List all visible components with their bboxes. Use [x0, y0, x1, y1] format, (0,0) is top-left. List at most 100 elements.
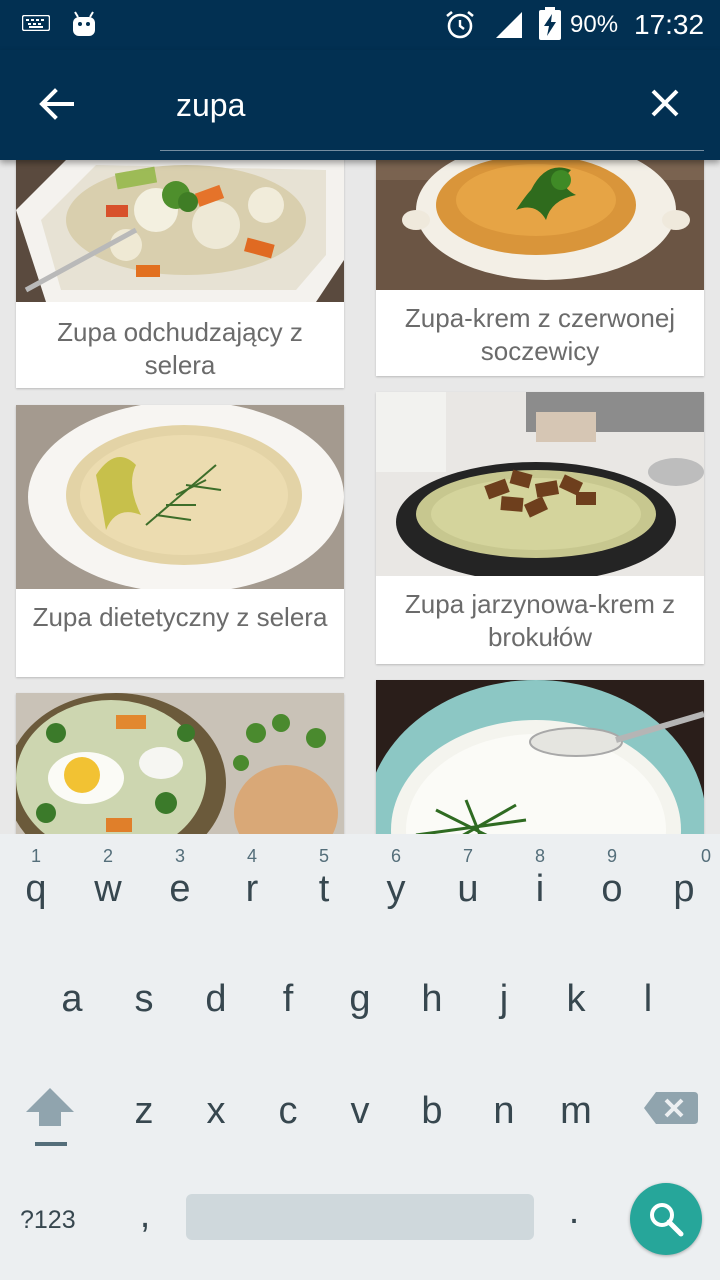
key-label: r: [245, 868, 259, 910]
recipe-title: Zupa dietetyczny z selera: [32, 602, 328, 632]
key-label: g: [349, 978, 371, 1020]
key-o[interactable]: 9 o: [576, 834, 648, 938]
recipe-card[interactable]: [376, 680, 704, 834]
key-label: l: [643, 978, 653, 1020]
arrow-back-icon: [39, 88, 74, 120]
key-hint: 8: [534, 846, 545, 866]
key-a[interactable]: a: [36, 944, 108, 1048]
delete-key[interactable]: [640, 1088, 700, 1128]
shift-key[interactable]: [14, 1080, 86, 1160]
recipe-photo: [376, 392, 704, 576]
key-label: d: [205, 978, 227, 1020]
key-d[interactable]: d: [180, 944, 252, 1048]
key-s[interactable]: s: [108, 944, 180, 1048]
recipe-title: Zupa odchudzający z selera: [57, 317, 303, 380]
key-label: f: [282, 978, 294, 1020]
key-label: w: [94, 868, 122, 910]
recipe-title: Zupa jarzynowa-krem z brokułów: [404, 589, 676, 652]
recipe-card[interactable]: Zupa odchudzający z selera: [16, 160, 344, 388]
key-label: y: [386, 868, 406, 910]
key-y[interactable]: 6 y: [360, 834, 432, 938]
search-icon: [650, 1203, 684, 1237]
key-g[interactable]: g: [324, 944, 396, 1048]
recipe-card[interactable]: Zupa dietetyczny z selera: [16, 405, 344, 677]
key-label: m: [560, 1090, 592, 1132]
key-label: t: [318, 868, 330, 910]
key-label: p: [673, 868, 695, 910]
key-hint: 1: [30, 846, 41, 866]
search-underline: [160, 150, 704, 151]
key-l[interactable]: l: [612, 944, 684, 1048]
key-label: n: [493, 1090, 515, 1132]
key-t[interactable]: 5 t: [288, 834, 360, 938]
key-label: x: [206, 1090, 226, 1132]
key-label: v: [350, 1090, 370, 1132]
key-hint: 4: [246, 846, 257, 866]
key-label: e: [169, 868, 191, 910]
recipe-photo: [16, 160, 344, 302]
search-action-key[interactable]: [630, 1183, 702, 1255]
key-r[interactable]: 4 r: [216, 834, 288, 938]
search-input[interactable]: [160, 72, 620, 138]
key-label: u: [457, 868, 479, 910]
key-hint: 0: [700, 846, 711, 866]
key-h[interactable]: h: [396, 944, 468, 1048]
signal-icon: [496, 12, 522, 38]
recipe-title: Zupa-krem z czerwonej soczewicy: [404, 303, 676, 366]
key-hint: 2: [102, 846, 113, 866]
key-m[interactable]: m: [540, 1056, 612, 1160]
period-key[interactable]: .: [556, 1190, 592, 1240]
key-n[interactable]: n: [468, 1056, 540, 1160]
key-label: k: [566, 978, 586, 1020]
key-label: c: [278, 1090, 298, 1132]
key-z[interactable]: z: [108, 1056, 180, 1160]
comma-key[interactable]: ,: [128, 1194, 162, 1244]
key-label: h: [421, 978, 443, 1020]
space-key[interactable]: [186, 1194, 534, 1240]
key-f[interactable]: f: [252, 944, 324, 1048]
key-label: q: [25, 868, 47, 910]
key-label: b: [421, 1090, 443, 1132]
back-button[interactable]: [30, 80, 82, 128]
key-hint: 5: [318, 846, 329, 866]
battery-percent: 90%: [570, 11, 619, 38]
recipe-photo: [16, 693, 344, 834]
key-u[interactable]: 7 u: [432, 834, 504, 938]
status-bar: 90% 17:32: [0, 0, 720, 50]
key-b[interactable]: b: [396, 1056, 468, 1160]
key-c[interactable]: c: [252, 1056, 324, 1160]
key-hint: 6: [390, 846, 401, 866]
recipe-card[interactable]: [16, 693, 344, 834]
keyboard-icon: [22, 15, 50, 31]
key-e[interactable]: 3 e: [144, 834, 216, 938]
android-icon: [73, 11, 95, 36]
key-label: s: [134, 978, 154, 1020]
backspace-icon: [644, 1092, 698, 1124]
key-label: a: [61, 978, 83, 1020]
key-v[interactable]: v: [324, 1056, 396, 1160]
close-icon: [651, 89, 679, 117]
key-w[interactable]: 2 w: [72, 834, 144, 938]
key-hint: 9: [606, 846, 617, 866]
recipe-photo: [376, 680, 704, 834]
search-toolbar: [0, 50, 720, 160]
key-q[interactable]: 1 q: [0, 834, 72, 938]
key-label: j: [499, 978, 509, 1020]
key-p[interactable]: 0 p: [648, 834, 720, 938]
key-x[interactable]: x: [180, 1056, 252, 1160]
key-i[interactable]: 8 i: [504, 834, 576, 938]
symbols-key[interactable]: ?123: [20, 1200, 92, 1240]
recipe-photo: [16, 405, 344, 589]
key-k[interactable]: k: [540, 944, 612, 1048]
clock: 17:32: [634, 9, 705, 40]
recipe-card[interactable]: Zupa-krem z czerwonej soczewicy: [376, 160, 704, 376]
key-label: o: [601, 868, 623, 910]
key-j[interactable]: j: [468, 944, 540, 1048]
alarm-icon: [446, 10, 474, 39]
shift-icon: [26, 1088, 74, 1146]
key-label: i: [535, 868, 545, 910]
recipe-photo: [376, 160, 704, 290]
clear-search-button[interactable]: [640, 78, 690, 128]
key-hint: 7: [462, 846, 473, 866]
recipe-card[interactable]: Zupa jarzynowa-krem z brokułów: [376, 392, 704, 664]
